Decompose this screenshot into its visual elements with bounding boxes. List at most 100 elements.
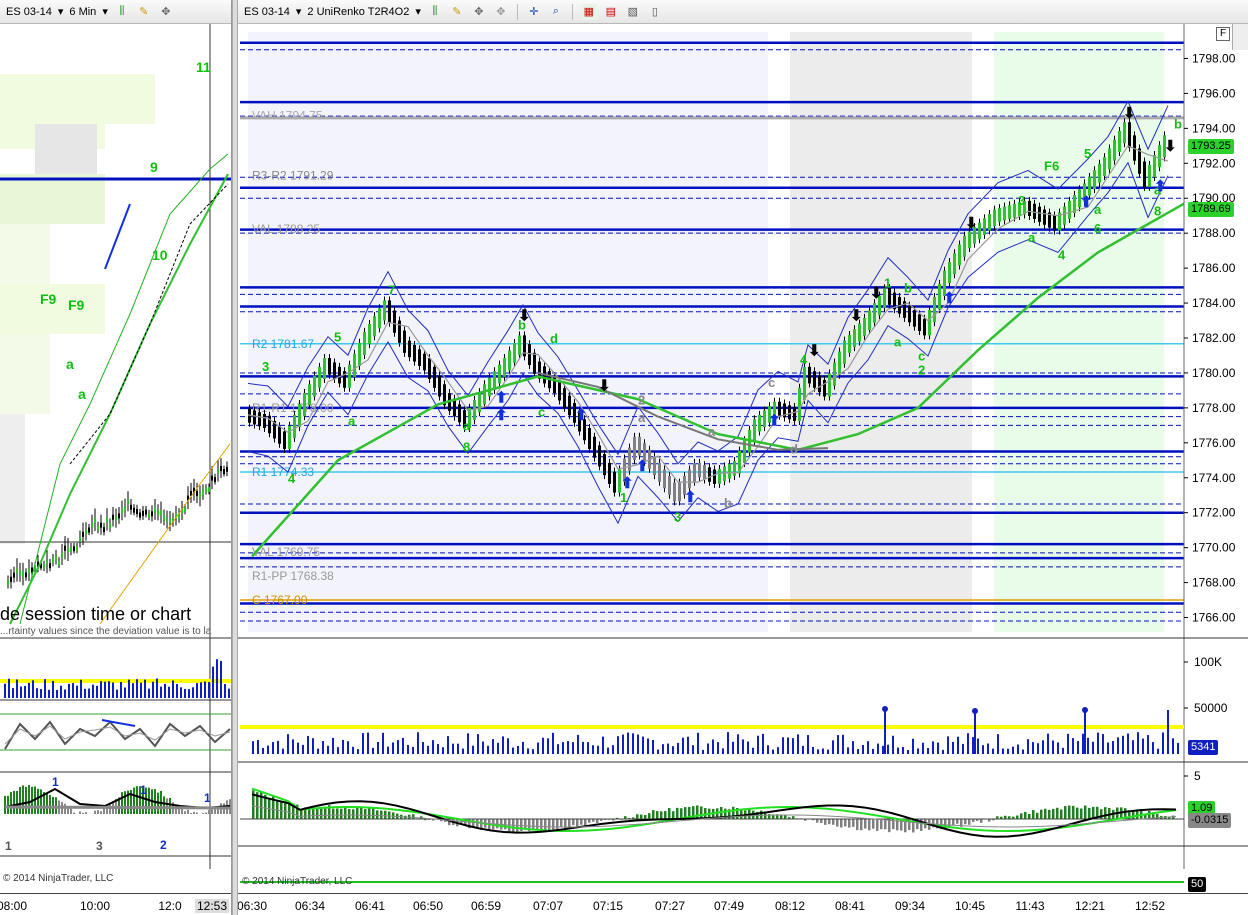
volume-bar bbox=[156, 678, 158, 698]
renko-bar bbox=[478, 392, 481, 413]
renko-bar bbox=[988, 213, 991, 231]
renko-bar bbox=[413, 344, 416, 362]
volume-bar bbox=[272, 742, 274, 754]
price-tick-label: 1778.00 bbox=[1192, 401, 1236, 415]
histogram-bar bbox=[169, 797, 171, 814]
volume-profile-zone bbox=[0, 174, 105, 224]
left-time-axis: 08:00 10:00 12:0 12:53 bbox=[0, 893, 231, 915]
right-chart-canvas[interactable]: VAH 1794.75 R3-R2 1791.29 VAL 1788.25 R2 17… bbox=[238, 24, 1248, 893]
left-period-dropdown-icon[interactable]: ▾ bbox=[102, 5, 108, 18]
histogram-bar bbox=[1084, 805, 1087, 819]
histogram-bar bbox=[46, 792, 48, 814]
vertical-scrollbar[interactable] bbox=[1232, 24, 1248, 50]
volume-bar bbox=[307, 735, 309, 754]
price-bar-body bbox=[73, 546, 75, 552]
right-period-selector[interactable]: 2 UniRenko T2R4O2 bbox=[307, 6, 409, 18]
volume-bar bbox=[552, 732, 554, 754]
volume-spike-dot bbox=[972, 708, 978, 714]
left-instrument-dropdown-icon[interactable]: ▾ bbox=[58, 5, 64, 18]
histogram-bar bbox=[49, 794, 51, 814]
histogram-bar bbox=[948, 819, 951, 828]
volume-bar bbox=[817, 749, 819, 754]
indicators-icon[interactable]: ▦ bbox=[580, 3, 597, 20]
volume-bar bbox=[492, 739, 494, 754]
volume-bar bbox=[252, 741, 254, 754]
renko-bar bbox=[433, 366, 436, 388]
renko-bar bbox=[368, 324, 371, 345]
right-instrument-dropdown-icon[interactable]: ▾ bbox=[296, 5, 302, 18]
volume-bar bbox=[972, 737, 974, 754]
f-button[interactable]: F bbox=[1216, 27, 1230, 41]
volume-bar bbox=[622, 734, 624, 754]
left-period-selector[interactable]: 6 Min bbox=[69, 6, 96, 18]
volume-bar bbox=[987, 743, 989, 754]
chart-properties-icon[interactable]: ▧ bbox=[625, 4, 641, 20]
histogram-bar bbox=[193, 811, 195, 814]
volume-bar bbox=[782, 737, 784, 754]
data-box-icon[interactable]: ▯ bbox=[647, 4, 663, 20]
left-chart-canvas[interactable]: 11910F9 F9aade session time or chart...rt… bbox=[0, 24, 232, 893]
wave-label: 3 bbox=[262, 359, 269, 374]
price-bar-body bbox=[67, 547, 69, 553]
pan-icon[interactable]: ✛ bbox=[526, 4, 542, 20]
price-bar-body bbox=[85, 529, 87, 535]
price-tick-label: 1784.00 bbox=[1192, 296, 1236, 310]
volume-bar bbox=[267, 745, 269, 754]
volume-bar bbox=[792, 738, 794, 754]
renko-bar bbox=[688, 469, 691, 489]
volume-bar bbox=[297, 742, 299, 754]
renko-bar bbox=[293, 414, 296, 439]
histogram-bar bbox=[348, 809, 351, 819]
bar-type-icon[interactable]: ⫼ bbox=[427, 4, 443, 20]
right-period-dropdown-icon[interactable]: ▾ bbox=[415, 5, 421, 18]
wave-label: b bbox=[904, 281, 912, 296]
price-bar-body bbox=[19, 570, 21, 576]
level-label: C 1767.00 bbox=[252, 593, 308, 607]
volume-bar bbox=[64, 689, 66, 698]
renko-bar bbox=[568, 395, 571, 416]
histogram-bar bbox=[648, 813, 651, 819]
renko-bar bbox=[558, 380, 561, 401]
volume-bar bbox=[962, 743, 964, 754]
drawing-tool-icon[interactable]: ✎ bbox=[449, 4, 465, 20]
renko-bar bbox=[668, 476, 671, 495]
histogram-bar bbox=[19, 786, 21, 814]
left-instrument-selector[interactable]: ES 03-14 bbox=[6, 6, 52, 18]
strategies-icon[interactable]: ▤ bbox=[603, 4, 619, 20]
histogram-bar bbox=[312, 809, 315, 819]
histogram-bar bbox=[320, 808, 323, 819]
histogram-bar bbox=[340, 808, 343, 819]
volume-bar bbox=[1132, 740, 1134, 754]
volume-bar bbox=[377, 742, 379, 754]
bar-type-icon[interactable]: ⫼ bbox=[114, 4, 130, 20]
histogram-bar bbox=[568, 819, 571, 827]
renko-bar bbox=[1123, 122, 1126, 144]
global-crosshair-icon[interactable]: ✥ bbox=[493, 4, 509, 20]
volume-bar bbox=[907, 749, 909, 754]
zoom-icon[interactable]: ⌕ bbox=[548, 4, 564, 20]
volume-bar bbox=[72, 683, 74, 698]
osc-label: 3 bbox=[96, 839, 103, 853]
histogram-bar bbox=[336, 808, 339, 819]
right-instrument-selector[interactable]: ES 03-14 bbox=[244, 6, 290, 18]
renko-bar bbox=[1093, 170, 1096, 190]
histogram-bar bbox=[384, 810, 387, 819]
drawing-tool-icon[interactable]: ✎ bbox=[136, 4, 152, 20]
histogram-bar bbox=[664, 811, 667, 819]
volume-bar bbox=[1067, 733, 1069, 754]
volume-bar bbox=[612, 745, 614, 754]
volume-bar bbox=[164, 683, 166, 698]
volume-bar bbox=[432, 740, 434, 754]
histogram-bar bbox=[668, 808, 671, 819]
volume-bar bbox=[417, 732, 419, 754]
crosshair-icon[interactable]: ✥ bbox=[471, 4, 487, 20]
price-tick-label: 1788.00 bbox=[1192, 226, 1236, 240]
volume-spike-dot bbox=[1082, 707, 1088, 713]
histogram-bar bbox=[352, 809, 355, 819]
volume-bar bbox=[148, 688, 150, 698]
histogram-bar bbox=[888, 819, 891, 833]
volume-bar bbox=[1017, 744, 1019, 754]
crosshair-icon[interactable]: ✥ bbox=[158, 4, 174, 20]
volume-bar bbox=[692, 745, 694, 754]
volume-bar bbox=[1032, 742, 1034, 754]
